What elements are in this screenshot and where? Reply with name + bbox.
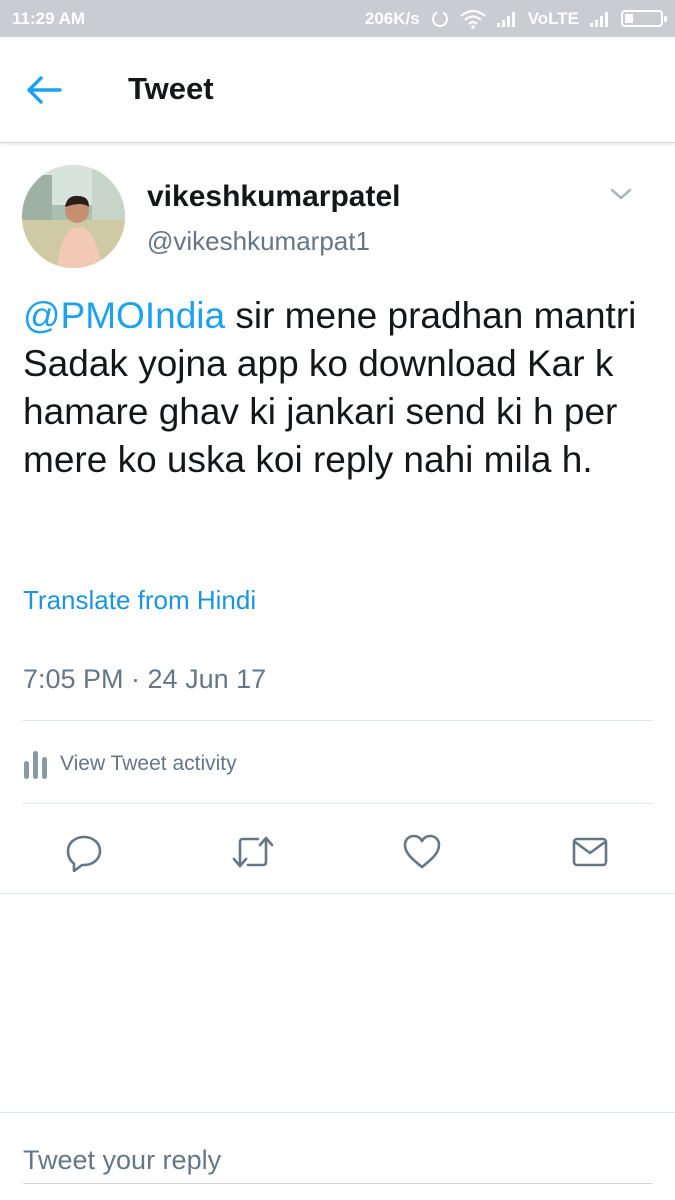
tweet-options-button[interactable] (606, 182, 636, 206)
bar-chart-icon (24, 751, 47, 779)
signal-icon (496, 11, 518, 27)
reply-icon (66, 835, 102, 872)
activity-label: View Tweet activity (60, 752, 237, 775)
signal-icon (589, 11, 611, 27)
tweet-timestamp: 7:05 PM · 24 Jun 17 (23, 664, 267, 694)
network-type: VoLTE (527, 8, 579, 28)
network-speed: 206K/s (364, 8, 420, 28)
top-header: Tweet (0, 37, 675, 143)
view-tweet-activity-button[interactable]: View Tweet activity (22, 744, 237, 784)
page-title: Tweet (128, 71, 214, 106)
status-bar: 11:29 AM 206K/s VoLTE (0, 0, 675, 37)
back-button[interactable] (24, 73, 64, 107)
reply-button[interactable] (62, 830, 106, 874)
heart-icon (403, 834, 441, 869)
back-arrow-icon (27, 76, 62, 104)
tweet-text: @PMOIndia sir mene pradhan mantri Sadak … (23, 292, 653, 484)
reply-composer (23, 1138, 653, 1184)
wifi-icon (459, 9, 486, 29)
divider (22, 720, 653, 721)
retweet-button[interactable] (231, 830, 275, 874)
author-name[interactable]: vikeshkumarpatel (147, 180, 400, 214)
envelope-icon (572, 837, 608, 867)
avatar[interactable] (22, 165, 125, 268)
retweet-icon (232, 836, 274, 868)
loading-icon (430, 9, 450, 29)
status-time: 11:29 AM (12, 8, 86, 28)
chevron-down-icon (610, 188, 632, 200)
author-handle[interactable]: @vikeshkumarpat1 (147, 226, 370, 257)
divider (22, 803, 653, 804)
reply-input[interactable] (23, 1138, 653, 1182)
translate-link[interactable]: Translate from Hindi (23, 585, 256, 616)
divider (0, 893, 675, 894)
like-button[interactable] (400, 830, 444, 874)
battery-icon (621, 10, 667, 27)
tweet-actions-bar (0, 822, 675, 882)
mention-link[interactable]: @PMOIndia (23, 295, 225, 336)
direct-message-button[interactable] (568, 830, 612, 874)
status-icons: 206K/s VoLTE (364, 8, 667, 29)
divider (0, 1112, 675, 1113)
